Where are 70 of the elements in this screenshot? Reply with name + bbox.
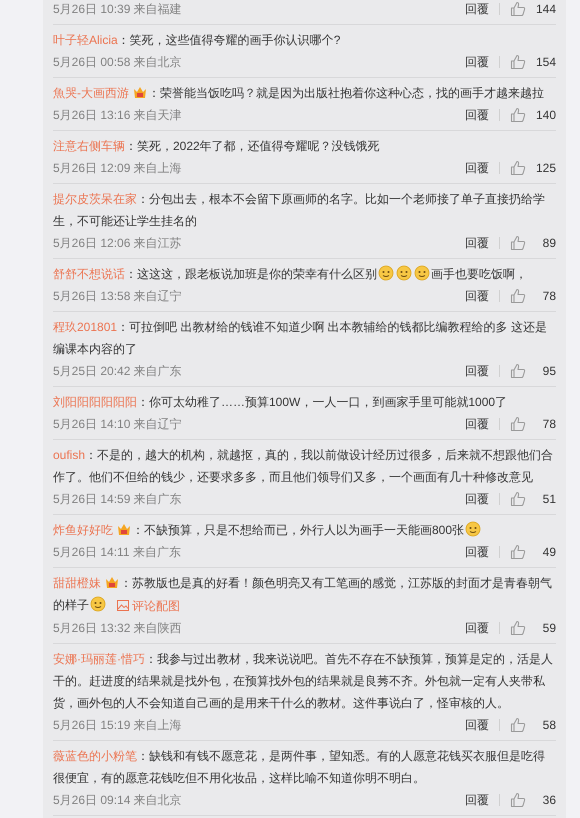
reply-link[interactable]: 回覆 (465, 788, 489, 810)
comment-time: 5月26日 14:11 来自广东 (53, 544, 181, 561)
comment-text: 甜甜橙妹 ：苏教版也是真的好看！颜色明亮又有工笔画的感觉，江苏版的封面才是青春朝气的样子 评论配图 (53, 572, 556, 616)
thumbs-up-icon[interactable] (510, 792, 526, 808)
reply-link[interactable]: 回覆 (465, 541, 489, 563)
thumbs-up-icon[interactable] (510, 160, 526, 176)
like-count: 154 (536, 54, 556, 71)
emoji-icon (396, 265, 412, 281)
comment-text: 叶子轻Alicia：笑死，这些值得夸耀的画手你认识哪个? (53, 32, 342, 49)
thumbs-up-icon[interactable] (510, 288, 526, 304)
comment-time: 5月26日 00:58 来自北京 (53, 54, 182, 71)
comment-text: 刘阳阳阳阳阳阳：你可太幼稚了……预算100W，一人一口，到画家手里可能就1000了 (53, 394, 508, 411)
thumbs-up-icon[interactable] (510, 620, 526, 636)
like-count: 89 (542, 235, 556, 252)
like-count: 125 (536, 160, 556, 177)
comment-text: 程玖201801：可拉倒吧 出教材给的钱谁不知道少啊 出本教辅给的钱都比编教程给的多 这还是编课本内容的了 (53, 319, 548, 358)
comment-time: 5月26日 09:14 来自北京 (53, 792, 182, 808)
comment-time: 5月26日 12:06 来自江苏 (53, 235, 182, 252)
thumbs-up-icon[interactable] (510, 363, 526, 379)
reply-link[interactable]: 回覆 (465, 413, 489, 435)
like-count: 58 (542, 716, 556, 734)
comment-time: 5月26日 13:58 来自辽宁 (53, 288, 182, 305)
reply-link[interactable]: 回覆 (464, 104, 489, 126)
comment-time: 5月26日 15:19 来自上海 (53, 716, 182, 734)
comment-text: 提尔皮茨呆在家：分包出去，根本不会留下原画师的名字。比如一个老师接了单子直接扔给学生，不可能还让学生挂名的 (53, 191, 546, 230)
emoji-icon (414, 265, 430, 281)
reply-link[interactable]: 回覆 (465, 285, 489, 307)
reply-link[interactable]: 回覆 (464, 0, 489, 20)
thumbs-up-icon[interactable] (510, 107, 526, 123)
like-count: 49 (542, 544, 556, 561)
like-count: 78 (542, 288, 556, 305)
comment-time: 5月26日 12:09 来自上海 (53, 160, 182, 177)
comment-time: 5月25日 20:42 来自广东 (53, 363, 182, 380)
thumbs-up-icon[interactable] (510, 416, 526, 432)
emoji-icon (90, 596, 106, 612)
comment-time: 5月26日 14:10 来自辽宁 (53, 416, 182, 433)
emoji-icon (378, 265, 394, 281)
like-count: 140 (536, 107, 556, 124)
like-count: 95 (542, 363, 556, 380)
thumbs-up-icon[interactable] (510, 54, 526, 70)
comment-time: 5月26日 14:59 来自广东 (53, 491, 182, 508)
comment-text: oufish：不是的，越大的机构，就越抠，真的，我以前做设计经历过很多，后来就不想跟他们合作了。他们不但给的钱少，还要求多多，而且他们领导们又多，一个画面有几十种修改意见 (53, 447, 554, 486)
comment-time: 5月26日 10:39 来自福建 (53, 1, 182, 18)
image-icon (117, 600, 129, 611)
like-count: 78 (542, 416, 556, 433)
thumbs-up-icon[interactable] (510, 235, 526, 251)
reply-link[interactable]: 回覆 (465, 232, 489, 254)
like-count: 144 (536, 1, 556, 18)
thumbs-up-icon[interactable] (510, 716, 526, 732)
like-count: 51 (542, 491, 556, 508)
like-count: 59 (542, 620, 556, 636)
comment-text: 炸鱼好好吃 ：不缺预算，只是不想给而已，外行人以为画手一天能画800张 (53, 519, 556, 541)
reply-link[interactable]: 回覆 (465, 488, 489, 510)
comment-time: 5月26日 13:32 来自陕西 (53, 620, 182, 636)
reply-link[interactable]: 回覆 (465, 360, 489, 382)
reply-link[interactable]: 回覆 (464, 51, 489, 73)
like-count: 36 (542, 792, 556, 808)
comment-text: 薇蓝色的小粉笔：缺钱和有钱不愿意花，是两件事，望知悉。有的人愿意花钱买衣服但是吃得很便宜，有的愿意花钱吃但不用化妆品，这样比喻不知道你明不明白。 (53, 748, 546, 786)
comment-text: 注意右侧车辆：笑死，2022年了都，还值得夸耀呢？没钱饿死 (53, 138, 381, 155)
reply-link[interactable]: 回覆 (464, 157, 489, 179)
comment-text: 魚哭-大画西游 ：荣誉能当饭吃吗？就是因为出版社抱着你这种心态，找的画手才越来越拉 (53, 83, 545, 102)
comment-text: 舒舒不想说话：这这这，跟老板说加班是你的荣幸有什么区别 画手也要吃饭啊， (53, 264, 528, 283)
emoji-icon (465, 521, 482, 537)
reply-link[interactable]: 回覆 (465, 616, 489, 638)
thumbs-up-icon[interactable] (510, 491, 526, 507)
reply-link[interactable]: 回覆 (465, 714, 489, 736)
comment-text: 安娜·玛丽莲·惜巧：我参与过出教材，我来说说吧。首先不存在不缺预算，预算是定的，活是人干的。赶进度的结果就是找外包，在预算找外包的结果就是良莠不齐。外包就一定有人夹带私货，画外包的人不会知道自己画的是用来干什么的教材。这件事说白了，怪审核的人。 (53, 650, 554, 712)
comment-time: 5月26日 13:16 来自天津 (53, 107, 182, 124)
thumbs-up-icon[interactable] (510, 544, 526, 560)
thumbs-up-icon[interactable] (510, 1, 526, 17)
